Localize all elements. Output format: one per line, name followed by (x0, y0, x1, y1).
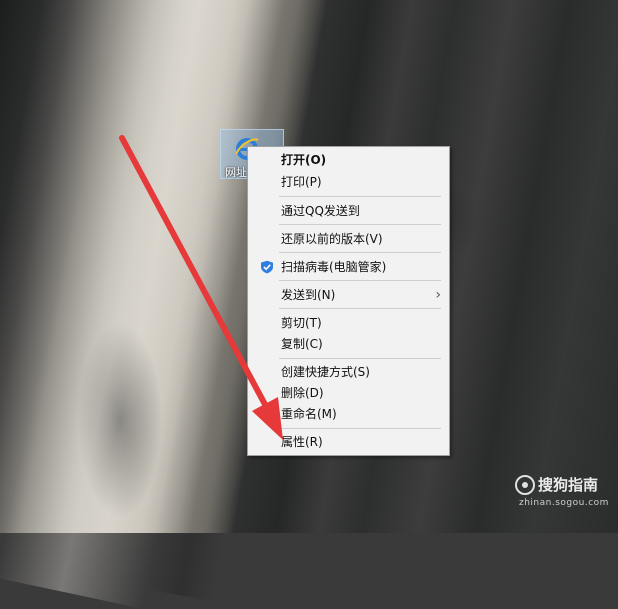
menu-separator (279, 280, 441, 281)
menu-item-label: 发送到(N) (281, 288, 336, 302)
menu-separator (279, 308, 441, 309)
sogou-logo-icon (515, 475, 535, 495)
menu-item-label: 重命名(M) (281, 407, 337, 421)
menu-separator (279, 196, 441, 197)
menu-separator (279, 358, 441, 359)
menu-item-label: 删除(D) (281, 386, 324, 400)
menu-item-label: 还原以前的版本(V) (281, 232, 383, 246)
sogou-watermark: 搜狗指南 zhinan.sogou.com (515, 475, 615, 515)
watermark-brand: 搜狗指南 (538, 476, 599, 494)
menu-item-scan-virus[interactable]: 扫描病毒(电脑管家) (250, 256, 447, 278)
menu-item-label: 扫描病毒(电脑管家) (281, 260, 387, 274)
menu-item-label: 打开(O) (281, 153, 327, 167)
menu-item-rename[interactable]: 重命名(M) (250, 403, 447, 425)
menu-item-copy[interactable]: 复制(C) (250, 333, 447, 355)
watermark-domain: zhinan.sogou.com (519, 498, 609, 508)
chevron-right-icon: › (435, 287, 441, 303)
desktop-shortcut-label: 网址 (225, 166, 247, 179)
menu-separator (279, 252, 441, 253)
menu-item-create-shortcut[interactable]: 创建快捷方式(S) (250, 361, 447, 383)
menu-item-label: 属性(R) (281, 435, 323, 449)
menu-item-label: 复制(C) (281, 337, 323, 351)
menu-separator (279, 224, 441, 225)
menu-item-restore-previous-versions[interactable]: 还原以前的版本(V) (250, 228, 447, 250)
menu-item-print[interactable]: 打印(P) (250, 171, 447, 193)
menu-item-properties[interactable]: 属性(R) (250, 431, 447, 453)
menu-item-label: 剪切(T) (281, 316, 322, 330)
menu-separator (279, 428, 441, 429)
menu-item-label: 通过QQ发送到 (281, 204, 360, 218)
menu-item-send-to[interactable]: 发送到(N) › (250, 284, 447, 306)
menu-item-label: 打印(P) (281, 175, 322, 189)
menu-item-cut[interactable]: 剪切(T) (250, 312, 447, 334)
menu-item-send-via-qq[interactable]: 通过QQ发送到 (250, 200, 447, 222)
menu-item-delete[interactable]: 删除(D) (250, 382, 447, 404)
context-menu: 打开(O) 打印(P) 通过QQ发送到 还原以前的版本(V) 扫描病毒(电脑管家… (247, 146, 450, 456)
menu-item-open[interactable]: 打开(O) (250, 149, 447, 171)
shield-icon (261, 260, 273, 274)
menu-item-label: 创建快捷方式(S) (281, 365, 370, 379)
